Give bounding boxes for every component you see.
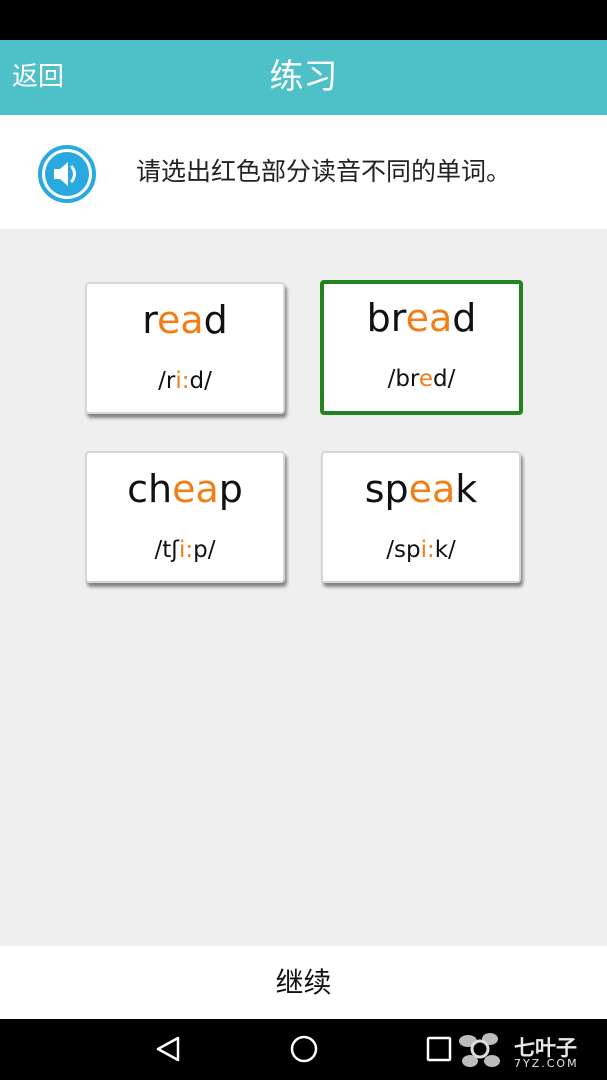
page-title: 练习 <box>269 57 338 97</box>
prompt-bar: 请选出红色部分读音不同的单词。 <box>0 115 607 229</box>
word-highlight: ea <box>157 298 204 342</box>
word-part: d <box>203 298 228 342</box>
phonetic-part: /sp <box>386 537 421 563</box>
continue-button[interactable]: 继续 <box>0 946 607 1019</box>
option-word: speak <box>323 467 519 511</box>
system-nav-bar: 七叶子 7YZ.COM <box>0 1019 607 1080</box>
option-phonetic: /spi:k/ <box>323 537 519 563</box>
option-word: read <box>87 298 283 342</box>
phonetic-part: /br <box>387 366 419 392</box>
word-part: br <box>366 296 406 340</box>
word-part: ch <box>127 467 173 511</box>
option-phonetic: /tʃi:p/ <box>87 537 283 563</box>
word-part: sp <box>364 467 409 511</box>
option-word: bread <box>324 296 519 340</box>
option-phonetic: /ri:d/ <box>87 368 283 394</box>
phonetic-part: /r <box>158 368 176 394</box>
word-part: p <box>218 467 243 511</box>
phonetic-highlight: i: <box>179 537 194 563</box>
word-part: r <box>142 298 157 342</box>
phonetic-highlight: e <box>418 366 434 392</box>
watermark: 七叶子 7YZ.COM <box>452 1027 602 1075</box>
option-card-speak[interactable]: speak /spi:k/ <box>321 451 521 583</box>
option-word: cheap <box>87 467 283 511</box>
option-phonetic: /bred/ <box>324 366 519 392</box>
home-circle-icon[interactable] <box>284 1029 324 1069</box>
app-bar: 返回 练习 <box>0 40 607 115</box>
back-button[interactable]: 返回 <box>12 40 64 115</box>
word-highlight: ea <box>172 467 219 511</box>
phonetic-part: /tʃ <box>154 537 180 563</box>
phonetic-part: d/ <box>189 368 212 394</box>
word-part: d <box>452 296 477 340</box>
status-bar <box>0 0 607 40</box>
option-card-bread[interactable]: bread /bred/ <box>320 280 523 415</box>
phonetic-part: k/ <box>434 537 456 563</box>
speaker-icon[interactable] <box>37 144 97 204</box>
option-card-read[interactable]: read /ri:d/ <box>85 282 285 414</box>
word-part: k <box>455 467 478 511</box>
continue-bar: 继续 <box>0 946 607 1019</box>
question-prompt: 请选出红色部分读音不同的单词。 <box>136 157 512 186</box>
phonetic-part: d/ <box>433 366 456 392</box>
watermark-url: 7YZ.COM <box>514 1057 579 1070</box>
back-triangle-icon[interactable] <box>150 1029 190 1069</box>
option-card-cheap[interactable]: cheap /tʃi:p/ <box>85 451 285 583</box>
phonetic-highlight: i: <box>420 537 435 563</box>
phonetic-part: p/ <box>193 537 216 563</box>
word-highlight: ea <box>405 296 453 340</box>
phonetic-highlight: i: <box>175 368 190 394</box>
word-highlight: ea <box>408 467 456 511</box>
